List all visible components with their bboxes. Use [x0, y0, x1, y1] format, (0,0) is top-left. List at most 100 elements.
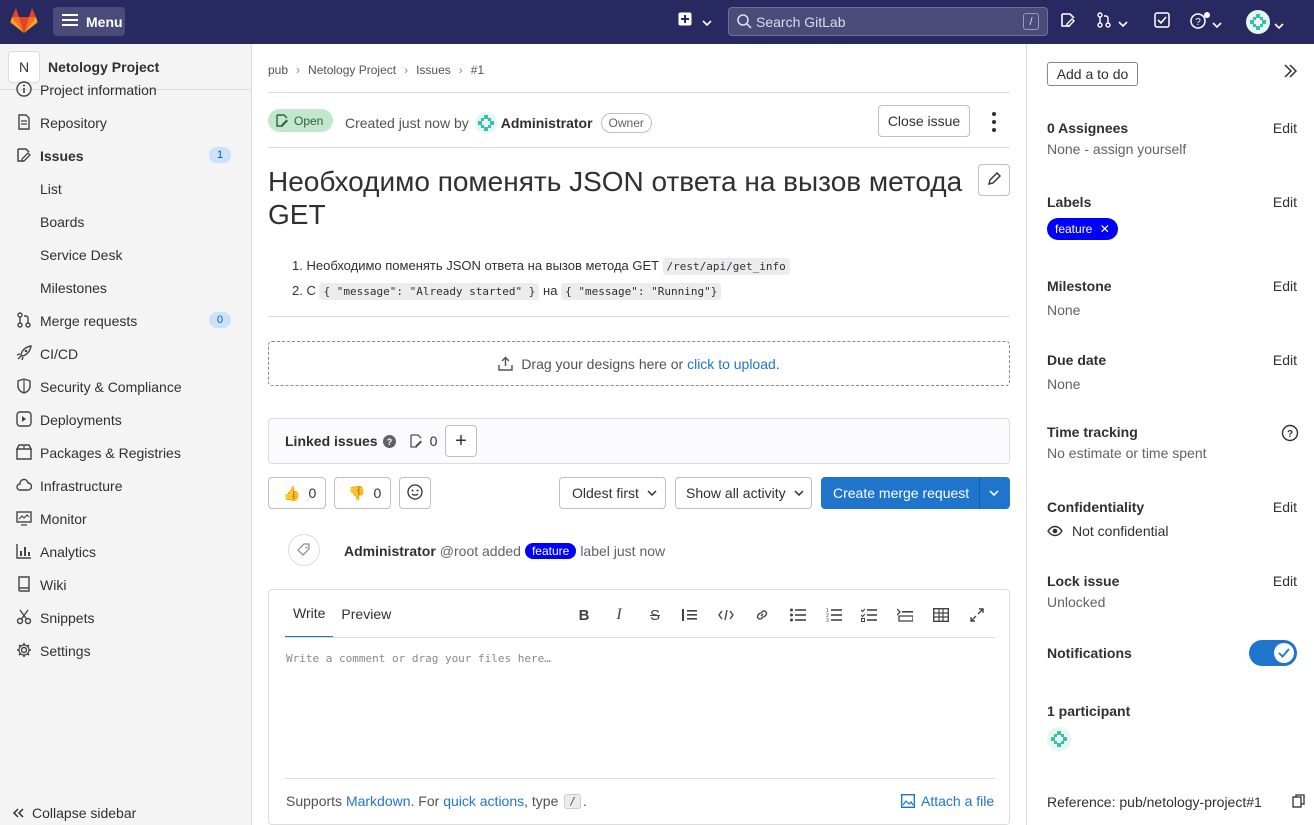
- sidebar-item-merge-requests[interactable]: Merge requests 0: [0, 304, 252, 337]
- quick-actions-link[interactable]: quick actions: [443, 793, 524, 809]
- bold-icon[interactable]: B: [575, 606, 593, 624]
- close-issue-button[interactable]: Close issue: [878, 105, 970, 137]
- edit-title-button[interactable]: [978, 164, 1010, 196]
- created-text: Created just now by: [345, 115, 469, 131]
- issues-nav-icon[interactable]: [1060, 12, 1076, 28]
- sidebar-item-label: Project information: [40, 81, 157, 98]
- assignees-section: 0 Assignees None - assign yourself Edit: [1047, 120, 1297, 157]
- link-icon[interactable]: [753, 606, 771, 624]
- table-icon[interactable]: [932, 606, 950, 624]
- upload-link[interactable]: click to upload: [687, 356, 776, 372]
- sidebar-item-infrastructure[interactable]: Infrastructure: [0, 469, 252, 502]
- search-icon: [737, 14, 752, 29]
- thumbs-up-button[interactable]: 👍 0: [268, 477, 326, 509]
- sidebar-item-list[interactable]: List: [0, 172, 252, 205]
- svg-text:3: 3: [826, 618, 829, 622]
- numbered-list-icon[interactable]: 123: [825, 606, 843, 624]
- copy-icon[interactable]: [1292, 794, 1305, 808]
- milestone-section: Milestone None Edit: [1047, 278, 1297, 318]
- question-icon[interactable]: ?: [382, 434, 396, 448]
- bullet-list-icon[interactable]: [789, 606, 807, 624]
- sidebar-item-project-information[interactable]: Project information: [0, 73, 252, 106]
- sidebar-item-analytics[interactable]: Analytics: [0, 535, 252, 568]
- sidebar-item-deployments[interactable]: Deployments: [0, 403, 252, 436]
- label-badge[interactable]: feature: [524, 543, 577, 559]
- collapsible-icon[interactable]: [896, 606, 914, 624]
- sidebar-item-snippets[interactable]: Snippets: [0, 601, 252, 634]
- tab-write[interactable]: Write: [285, 590, 334, 638]
- system-note: Administrator @root added feature label …: [268, 534, 1010, 568]
- strikethrough-icon[interactable]: S: [646, 606, 664, 624]
- sidebar-item-security-compliance[interactable]: Security & Compliance: [0, 370, 252, 403]
- note-handle: @root added: [439, 543, 521, 559]
- breadcrumb-item[interactable]: pub: [268, 63, 288, 77]
- sidebar-item-wiki[interactable]: Wiki: [0, 568, 252, 601]
- user-menu[interactable]: [1246, 10, 1284, 37]
- sidebar-item-monitor[interactable]: Monitor: [0, 502, 252, 535]
- add-reaction-button[interactable]: [399, 477, 431, 509]
- sidebar-item-milestones[interactable]: Milestones: [0, 271, 252, 304]
- edit-assignees-button[interactable]: Edit: [1273, 120, 1297, 136]
- more-actions-button[interactable]: [984, 109, 1004, 133]
- sidebar-item-label: Merge requests: [40, 312, 138, 329]
- milestone-value: None: [1047, 302, 1081, 318]
- avatar: [474, 112, 497, 134]
- fullscreen-icon[interactable]: [968, 606, 986, 624]
- double-chevron-left-icon: [12, 805, 24, 821]
- code-icon[interactable]: [717, 606, 735, 624]
- tab-preview[interactable]: Preview: [333, 590, 399, 638]
- collapse-sidebar-button[interactable]: Collapse sidebar: [12, 805, 136, 821]
- sidebar-item-boards[interactable]: Boards: [0, 205, 252, 238]
- attach-file-button[interactable]: Attach a file: [901, 793, 994, 809]
- help-icon[interactable]: ?: [1281, 424, 1299, 445]
- count-badge: 0: [209, 312, 231, 328]
- collapse-right-sidebar-icon[interactable]: [1283, 64, 1298, 81]
- edit-due-date-button[interactable]: Edit: [1273, 352, 1297, 368]
- breadcrumb-item[interactable]: Netology Project: [308, 63, 396, 77]
- menu-button[interactable]: Menu: [53, 7, 125, 36]
- time-tracking-section: Time tracking No estimate or time spent …: [1047, 424, 1299, 461]
- breadcrumb-item[interactable]: #1: [471, 63, 484, 77]
- shield-icon: [16, 378, 32, 394]
- avatar[interactable]: [1047, 727, 1297, 754]
- sidebar-item-repository[interactable]: Repository: [0, 106, 252, 139]
- smiley-icon: [407, 483, 423, 503]
- edit-labels-button[interactable]: Edit: [1273, 194, 1297, 210]
- note-author[interactable]: Administrator: [344, 543, 436, 559]
- search-input[interactable]: Search GitLab /: [728, 7, 1048, 36]
- italic-icon[interactable]: I: [610, 606, 628, 624]
- create-merge-request-button[interactable]: Create merge request: [821, 477, 1010, 509]
- sidebar-item-issues[interactable]: Issues 1: [0, 139, 252, 172]
- markdown-link[interactable]: Markdown: [346, 793, 411, 809]
- todo-nav-icon[interactable]: [1154, 12, 1170, 28]
- sidebar-item-settings[interactable]: Settings: [0, 634, 252, 667]
- edit-lock-button[interactable]: Edit: [1273, 573, 1297, 589]
- breadcrumb-item[interactable]: Issues: [416, 63, 451, 77]
- design-dropzone[interactable]: Drag your designs here or click to uploa…: [268, 341, 1010, 386]
- label-badge[interactable]: feature ✕: [1047, 218, 1118, 240]
- activity-filter-dropdown[interactable]: Show all activity: [675, 477, 812, 509]
- sidebar-item-ci-cd[interactable]: CI/CD: [0, 337, 252, 370]
- help-dropdown[interactable]: ?: [1190, 12, 1222, 33]
- gitlab-logo[interactable]: [10, 8, 38, 37]
- close-icon[interactable]: ✕: [1100, 222, 1110, 236]
- created-by: Created just now by Administrator Owner: [345, 112, 652, 134]
- chevron-down-icon[interactable]: [989, 490, 999, 496]
- add-linked-issue-button[interactable]: +: [445, 425, 477, 457]
- add-todo-button[interactable]: Add a to do: [1047, 62, 1138, 86]
- sidebar-item-service-desk[interactable]: Service Desk: [0, 238, 252, 271]
- quote-icon[interactable]: [681, 606, 699, 624]
- edit-confidentiality-button[interactable]: Edit: [1273, 499, 1297, 515]
- sidebar-item-packages-registries[interactable]: Packages & Registries: [0, 436, 252, 469]
- comment-textarea[interactable]: Write a comment or drag your files here…: [286, 652, 551, 665]
- assign-yourself-link[interactable]: None - assign yourself: [1047, 141, 1297, 157]
- author-link[interactable]: Administrator: [501, 115, 593, 131]
- notifications-toggle[interactable]: [1249, 640, 1297, 666]
- cloud-icon: [16, 477, 33, 493]
- task-list-icon[interactable]: [860, 606, 878, 624]
- thumbs-down-button[interactable]: 👎 0: [334, 477, 391, 509]
- edit-milestone-button[interactable]: Edit: [1273, 278, 1297, 294]
- new-dropdown[interactable]: [678, 12, 712, 29]
- sort-dropdown[interactable]: Oldest first: [559, 477, 666, 509]
- merge-requests-nav[interactable]: [1096, 12, 1128, 31]
